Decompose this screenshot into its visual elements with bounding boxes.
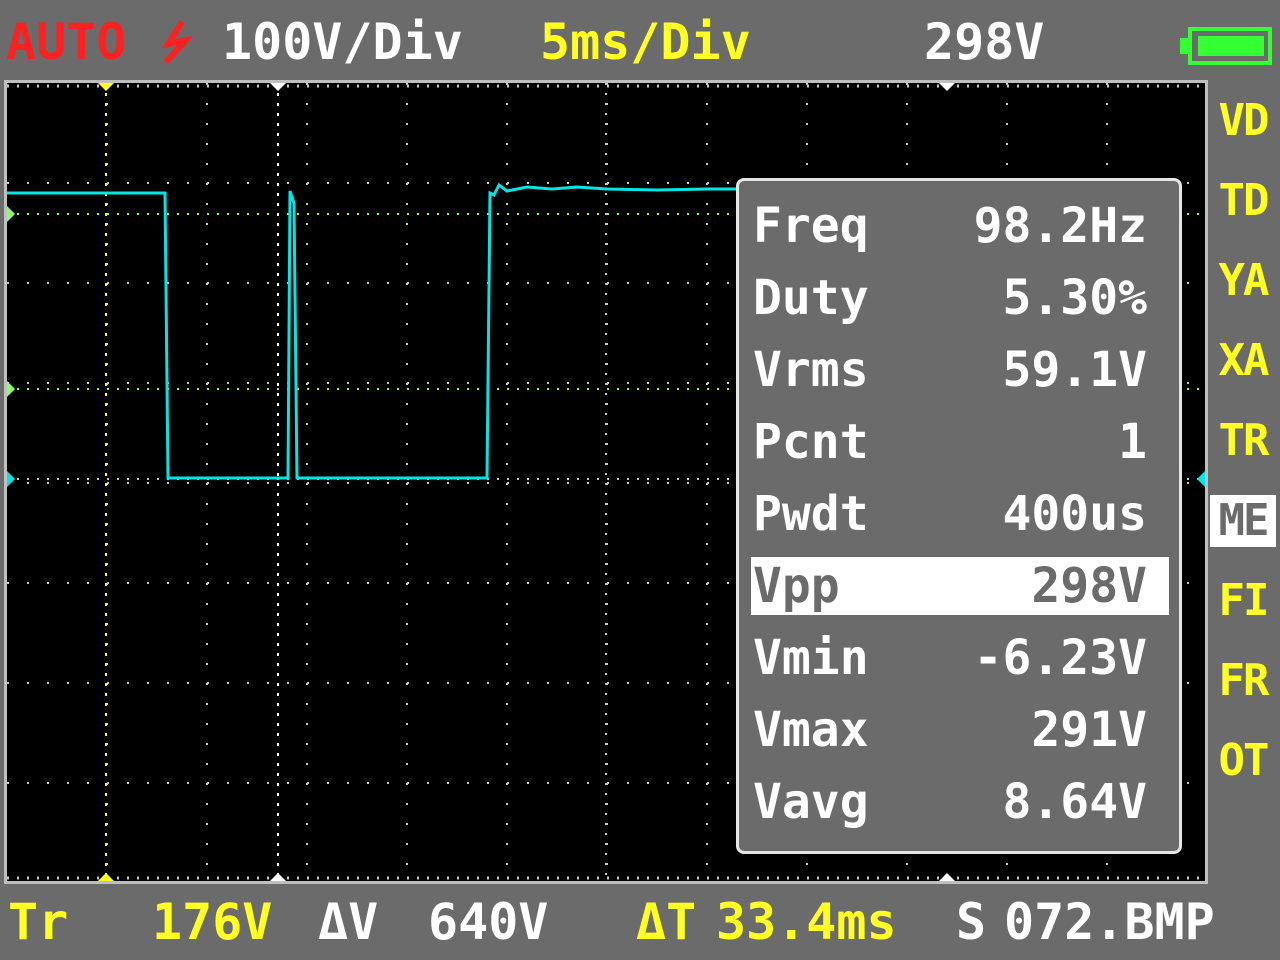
delta-v-value: 640V — [428, 893, 549, 951]
measurement-row-vmin[interactable]: Vmin -6.23V — [751, 629, 1169, 687]
position-marker-bottom — [939, 873, 955, 881]
trigger-mode[interactable]: AUTO — [6, 12, 126, 72]
measurement-value: 8.64V — [1002, 774, 1148, 830]
measurement-value: 1 — [1118, 414, 1147, 470]
menu-item-vd[interactable]: VD — [1210, 95, 1276, 147]
save-label: S — [956, 893, 987, 951]
voltage-reading: 298V — [924, 13, 1045, 71]
cursor-bottom-marker — [7, 381, 15, 397]
time-per-div[interactable]: 5ms/Div — [540, 12, 751, 72]
measurement-value: 5.30% — [1002, 270, 1148, 326]
measurement-panel: Freq 98.2Hz Duty 5.30% Vrms 59.1V Pcnt 1 Pwdt 400… — [736, 178, 1182, 854]
delta-t-value: 33.4ms — [716, 893, 897, 951]
menu-item-td[interactable]: TD — [1210, 175, 1276, 227]
cursor-marker-bottom — [270, 873, 286, 881]
volts-per-div[interactable]: 100V/Div — [222, 12, 463, 72]
channel-trace — [7, 182, 742, 480]
menu-item-tr[interactable]: TR — [1210, 415, 1276, 467]
cursor-top-marker — [7, 206, 15, 222]
measurement-label: Freq — [753, 198, 869, 254]
measurement-label: Vavg — [753, 774, 869, 830]
menu-item-me[interactable]: ME — [1210, 495, 1276, 547]
measurement-row-vmax[interactable]: Vmax 291V — [751, 701, 1169, 759]
measurement-label: Duty — [753, 270, 869, 326]
measurement-row-vavg[interactable]: Vavg 8.64V — [751, 773, 1169, 831]
trigger-level-marker-right — [1197, 471, 1205, 487]
save-filename: 072.BMP — [1004, 893, 1215, 951]
measurement-label: Vmax — [753, 702, 869, 758]
measurement-value: 59.1V — [1002, 342, 1148, 398]
battery-icon — [1178, 20, 1274, 80]
measurement-value: -6.23V — [973, 630, 1147, 686]
menu-item-ya[interactable]: YA — [1210, 255, 1276, 307]
trigger-level-value: 176V — [152, 893, 273, 951]
measurement-label: Pcnt — [753, 414, 869, 470]
trigger-level-label: Tr — [8, 893, 69, 951]
measurement-value: 298V — [1031, 558, 1147, 614]
menu-item-fr[interactable]: FR — [1210, 655, 1276, 707]
falling-edge-trigger-icon[interactable] — [158, 18, 195, 79]
measurement-label: Vrms — [753, 342, 869, 398]
trigger-marker-top — [98, 83, 114, 91]
measurement-value: 291V — [1031, 702, 1147, 758]
menu-item-xa[interactable]: XA — [1210, 335, 1276, 387]
measurement-row-vrms[interactable]: Vrms 59.1V — [751, 341, 1169, 399]
menu-item-fi[interactable]: FI — [1210, 575, 1276, 627]
position-marker-top — [939, 83, 955, 91]
measurement-value: 400us — [1002, 486, 1148, 542]
battery-icon-graphic — [1180, 27, 1272, 65]
measurement-row-vpp[interactable]: Vpp 298V — [751, 557, 1169, 615]
measurement-label: Pwdt — [753, 486, 869, 542]
trigger-marker-bottom — [98, 873, 114, 881]
measurement-row-freq[interactable]: Freq 98.2Hz — [751, 197, 1169, 255]
falling-edge-trigger-icon-graphic — [161, 20, 195, 65]
delta-t-label: ΔT — [636, 893, 697, 951]
measurement-label: Vmin — [753, 630, 869, 686]
measurement-row-duty[interactable]: Duty 5.30% — [751, 269, 1169, 327]
measurement-value: 98.2Hz — [973, 198, 1147, 254]
measurement-row-pcnt[interactable]: Pcnt 1 — [751, 413, 1169, 471]
delta-v-label: ΔV — [318, 893, 379, 951]
measurement-label: Vpp — [753, 558, 840, 614]
ground-marker-left — [7, 471, 15, 487]
measurement-row-pwdt[interactable]: Pwdt 400us — [751, 485, 1169, 543]
menu-item-ot[interactable]: OT — [1210, 735, 1276, 787]
cursor-marker-top — [270, 83, 286, 91]
